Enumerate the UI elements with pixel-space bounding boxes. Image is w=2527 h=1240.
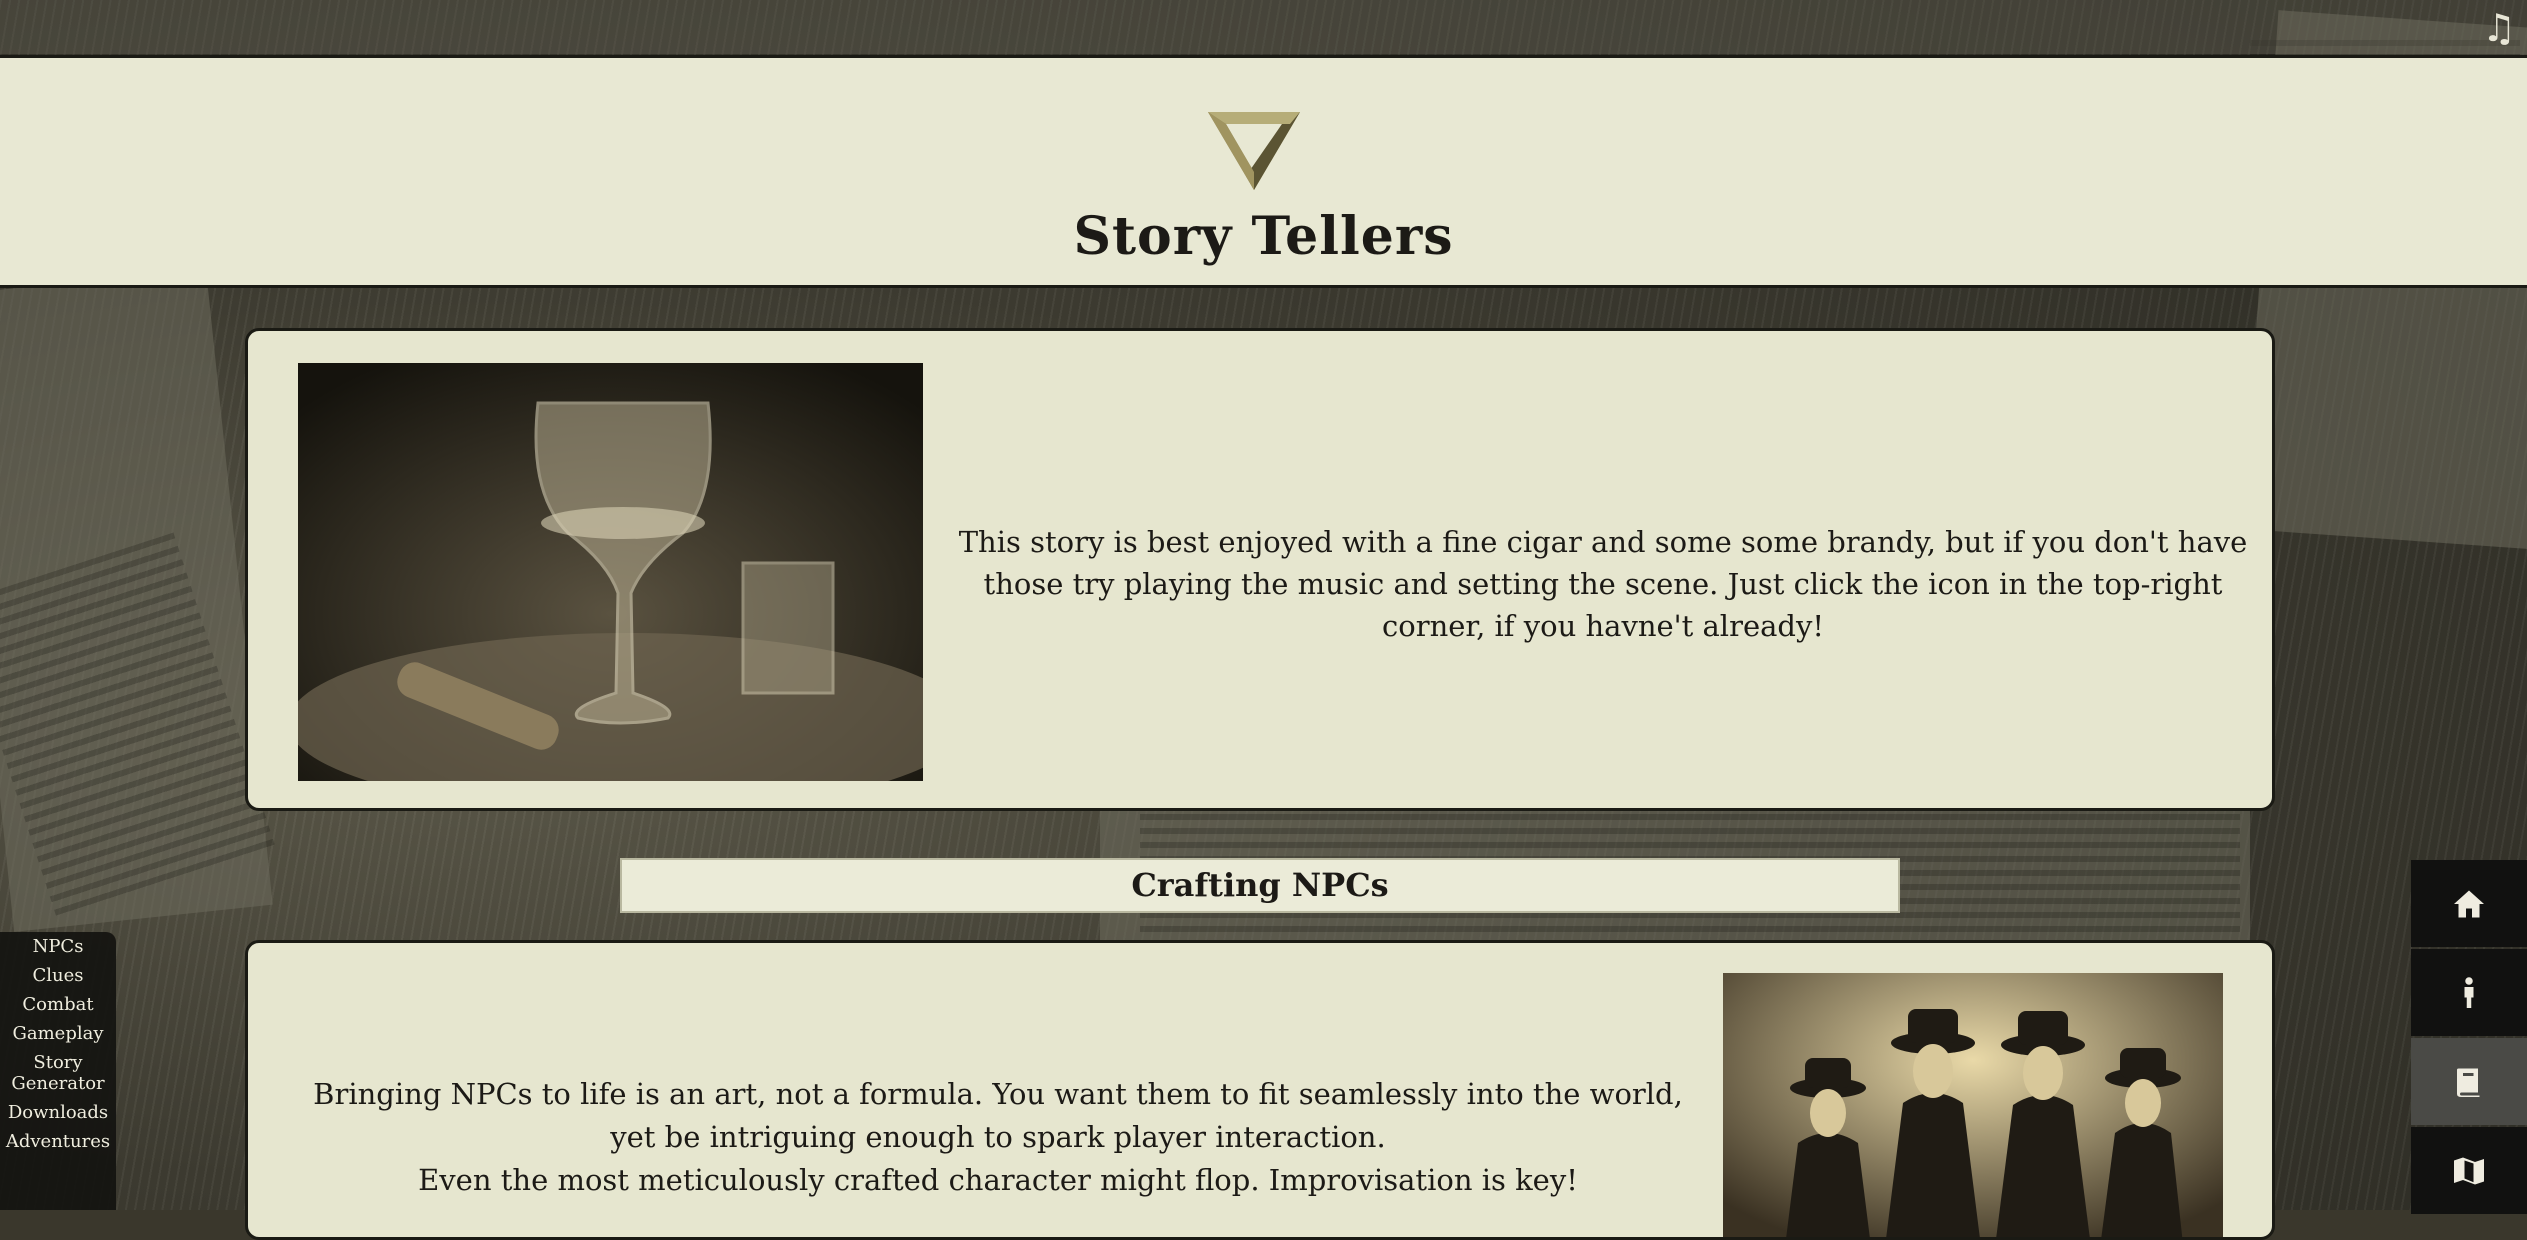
music-note-icon[interactable]: ♫ — [2477, 6, 2521, 50]
nav-item-adventures[interactable]: Adventures — [0, 1127, 116, 1156]
intro-card: This story is best enjoyed with a fine c… — [245, 328, 2275, 811]
nav-item-story-generator[interactable]: Story Generator — [0, 1048, 116, 1098]
npc-card: Bringing NPCs to life is an art, not a f… — [245, 940, 2275, 1240]
npc-text: Bringing NPCs to life is an art, not a f… — [298, 1073, 1698, 1202]
nav-item-npcs[interactable]: NPCs — [0, 932, 116, 961]
map-icon — [2454, 1157, 2484, 1184]
brandy-cigar-image — [298, 363, 923, 781]
book-icon — [2457, 1068, 2480, 1097]
section-title: Crafting NPCs — [620, 858, 1900, 913]
nav-item-gameplay[interactable]: Gameplay — [0, 1019, 116, 1048]
left-nav: NPCs Clues Combat Gameplay Story Generat… — [0, 932, 116, 1210]
npc-paragraph: Bringing NPCs to life is an art, not a f… — [313, 1077, 1683, 1154]
map-button[interactable] — [2411, 1127, 2527, 1214]
nav-item-downloads[interactable]: Downloads — [0, 1098, 116, 1127]
character-button[interactable] — [2411, 949, 2527, 1036]
intro-text: This story is best enjoyed with a fine c… — [958, 525, 2248, 643]
site-title: Story Tellers — [1073, 206, 1454, 267]
gangsters-image — [1723, 973, 2223, 1237]
home-button[interactable] — [2411, 860, 2527, 947]
nav-item-combat[interactable]: Combat — [0, 990, 116, 1019]
home-icon — [2454, 890, 2484, 917]
site-header: Story Tellers — [0, 55, 2527, 288]
person-icon — [2464, 976, 2474, 1008]
book-button[interactable] — [2411, 1038, 2527, 1125]
right-nav — [2411, 860, 2527, 1214]
npc-paragraph: Even the most meticulously crafted chara… — [418, 1163, 1578, 1197]
nav-item-clues[interactable]: Clues — [0, 961, 116, 990]
penrose-triangle-logo-icon — [1208, 112, 1300, 190]
